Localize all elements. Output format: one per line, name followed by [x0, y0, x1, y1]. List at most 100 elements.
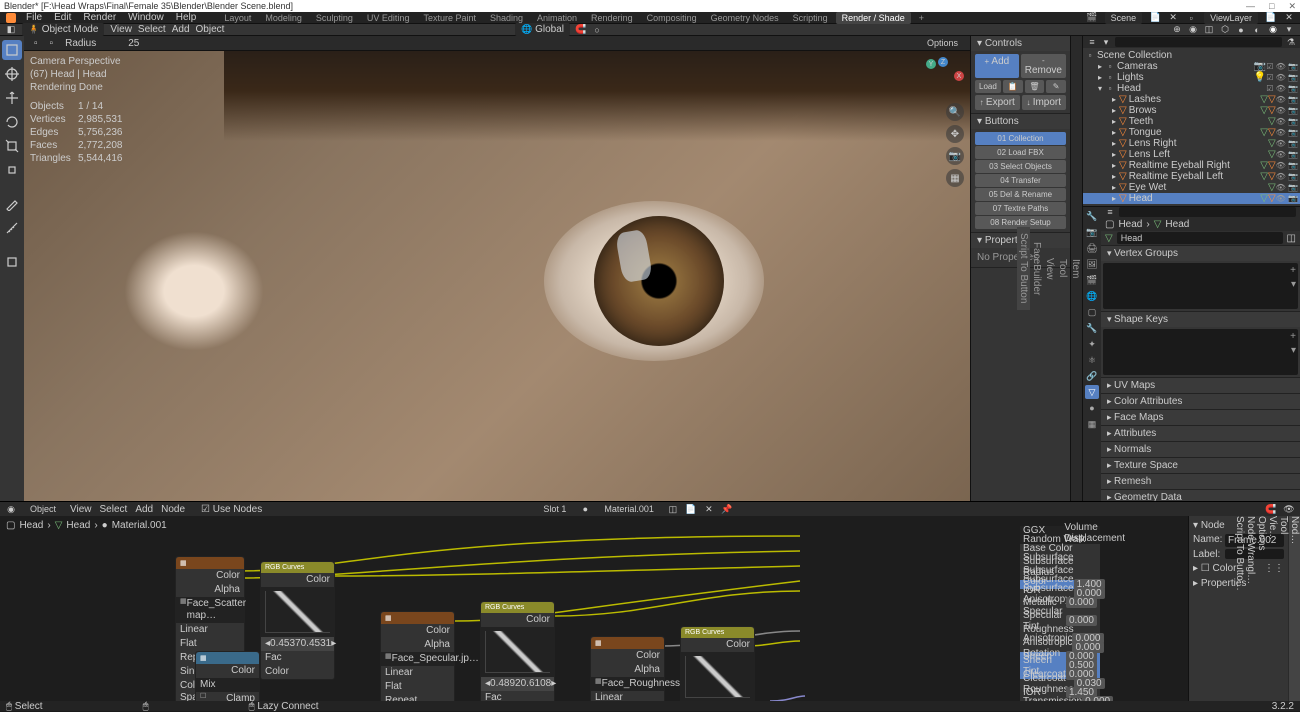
node-roughness-tex[interactable]: ▦ Color Alpha ▦ Face_Roughness.jp… Linea…: [590, 636, 665, 701]
ptab-mesh[interactable]: ▽: [1085, 385, 1099, 399]
tool-transform[interactable]: [2, 160, 22, 180]
n-buttons-header[interactable]: ▾ Buttons: [971, 114, 1070, 129]
node-graph[interactable]: ▢Head›▽Head›●Material.001 ▦ Color Alpha …: [0, 516, 1300, 701]
viewport-3d[interactable]: Camera Perspective (67) Head | Head Rend…: [24, 51, 970, 501]
vtab-view[interactable]: View: [1043, 252, 1056, 286]
ol-lights[interactable]: ▸▫Lights💡☑ 👁 📷: [1083, 72, 1300, 83]
ol-eye-wet[interactable]: ▸▽Eye Wet▽👁 📷: [1083, 182, 1300, 193]
node-rgb-curves-1[interactable]: RGB Curves Color ◂0.45370.4531▸ Fac Colo…: [260, 561, 335, 680]
ns-color-header[interactable]: Color: [1213, 563, 1237, 574]
workspace-compositing[interactable]: Compositing: [641, 12, 703, 24]
btn-add[interactable]: + Add: [975, 54, 1019, 78]
sk-add-icon[interactable]: +: [1290, 331, 1296, 342]
sec-remesh[interactable]: ▸ Remesh: [1101, 474, 1300, 489]
nvtab-nw[interactable]: Node Wrangl…: [1245, 516, 1256, 701]
ns-node-header[interactable]: Node: [1201, 520, 1225, 531]
perspective-icon[interactable]: ▦: [946, 169, 964, 187]
tool-select[interactable]: [2, 40, 22, 60]
gizmo-toggle-icon[interactable]: ⊕: [1172, 25, 1182, 35]
sec-geodata[interactable]: ▸ Geometry Data: [1101, 490, 1300, 501]
ptab-physics[interactable]: ⚛: [1085, 353, 1099, 367]
node-mix[interactable]: ▦ Color Mix ☐ Clamp Fac0.950 Color1 Colo…: [195, 651, 260, 701]
n-controls-header[interactable]: ▾ Controls: [971, 36, 1070, 51]
workspace-anim[interactable]: Animation: [531, 12, 583, 24]
workspace-rendering[interactable]: Rendering: [585, 12, 639, 24]
btn-icon-3[interactable]: ✎: [1046, 80, 1066, 93]
pin-icon[interactable]: 📌: [722, 504, 732, 514]
slot-selector[interactable]: Slot 1: [537, 503, 572, 515]
delete-viewlayer-icon[interactable]: ✕: [1284, 13, 1294, 23]
ne-overlay-icon[interactable]: 👁: [1284, 504, 1294, 514]
node-rgb-curves-2[interactable]: RGB Curves Color ◂0.48920.6108▸ Fac Colo…: [480, 601, 555, 701]
nvtab-stb[interactable]: Script To Butto…: [1234, 516, 1245, 701]
ol-scene-collection[interactable]: ▫Scene Collection: [1083, 50, 1300, 61]
overlay-toggle-icon[interactable]: ◉: [1188, 25, 1198, 35]
options-dropdown[interactable]: Options: [921, 37, 964, 49]
btn-07[interactable]: 07 Textre Paths: [975, 202, 1066, 215]
vp-menu-view[interactable]: View: [110, 24, 132, 35]
ol-head[interactable]: ▾▫Head☑ 👁 📷: [1083, 83, 1300, 94]
node-rgb-curves-3[interactable]: RGB Curves Color ◂0.98180.8560▸ Fac Colo…: [680, 626, 755, 701]
workspace-layout[interactable]: Layout: [218, 12, 257, 24]
snap-icon[interactable]: 🧲: [576, 25, 586, 35]
menu-render[interactable]: Render: [81, 12, 118, 23]
scene-selector[interactable]: Scene: [1105, 12, 1143, 24]
ol-lens-right[interactable]: ▸▽Lens Right▽👁 📷: [1083, 138, 1300, 149]
ol-lens-left[interactable]: ▸▽Lens Left▽👁 📷: [1083, 149, 1300, 160]
ptab-scene[interactable]: 🎬: [1085, 273, 1099, 287]
ne-menu-select[interactable]: Select: [100, 504, 128, 515]
outliner-filter-icon[interactable]: ⚗: [1286, 37, 1296, 47]
xray-icon[interactable]: ◫: [1204, 25, 1214, 35]
proportional-icon[interactable]: ○: [592, 25, 602, 35]
tool-addcube[interactable]: [2, 252, 22, 272]
btn-04[interactable]: 04 Transfer: [975, 174, 1066, 187]
ptab-modifiers[interactable]: 🔧: [1085, 321, 1099, 335]
outliner-display-icon[interactable]: ▾: [1101, 37, 1111, 47]
radius-value[interactable]: 25: [116, 37, 151, 50]
btn-import[interactable]: ↓ Import: [1022, 95, 1067, 110]
ol-lashes[interactable]: ▸▽Lashes▽▽👁 📷: [1083, 94, 1300, 105]
btn-remove[interactable]: - Remove: [1021, 54, 1066, 78]
header-toggle-2[interactable]: ▫: [46, 37, 58, 50]
btn-01[interactable]: 01 Collection: [975, 132, 1066, 145]
mode-selector[interactable]: 🧍 Object Mode: [22, 23, 104, 36]
ne-menu-add[interactable]: Add: [135, 504, 153, 515]
btn-export[interactable]: ↑ Export: [975, 95, 1020, 110]
new-scene-icon[interactable]: 📄: [1150, 13, 1160, 23]
minimize-icon[interactable]: —: [1246, 1, 1255, 12]
ptab-particles[interactable]: ✦: [1085, 337, 1099, 351]
nvtab-tool[interactable]: Tool: [1278, 516, 1289, 701]
outliner-search[interactable]: [1115, 37, 1282, 47]
move-view-icon[interactable]: ✥: [946, 125, 964, 143]
nvtab-node[interactable]: Nod…: [1289, 516, 1300, 701]
editor-type-icon[interactable]: ◧: [6, 25, 16, 35]
btn-02[interactable]: 02 Load FBX: [975, 146, 1066, 159]
workspace-uv[interactable]: UV Editing: [361, 12, 416, 24]
fake-user-icon[interactable]: ◫: [1287, 233, 1296, 244]
shading-matprev-icon[interactable]: ◐: [1252, 25, 1262, 35]
nvtab-view[interactable]: Vie…: [1267, 516, 1278, 701]
menu-window[interactable]: Window: [126, 12, 166, 23]
ol-head-mesh[interactable]: ▸▽Head▽▽👁 📷: [1083, 193, 1300, 204]
workspace-sculpting[interactable]: Sculpting: [310, 12, 359, 24]
ne-object-dropdown[interactable]: Object: [24, 503, 62, 515]
new-viewlayer-icon[interactable]: 📄: [1266, 13, 1276, 23]
shading-options-icon[interactable]: ▾: [1284, 25, 1294, 35]
ptab-object[interactable]: ▢: [1085, 305, 1099, 319]
ol-cameras[interactable]: ▸▫Cameras📷☑ 👁 📷: [1083, 61, 1300, 72]
ptab-tool[interactable]: 🔧: [1085, 209, 1099, 223]
camera-view-icon[interactable]: 📷: [946, 147, 964, 165]
ol-eyeball-left[interactable]: ▸▽Realtime Eyeball Left▽▽👁 📷: [1083, 171, 1300, 182]
sec-shape-keys[interactable]: ▾ Shape Keys: [1101, 312, 1300, 327]
shading-solid-icon[interactable]: ●: [1236, 25, 1246, 35]
material-new-icon[interactable]: ◫: [668, 504, 678, 514]
vp-menu-object[interactable]: Object: [196, 24, 225, 35]
ptab-material[interactable]: ●: [1085, 401, 1099, 415]
props-type-icon[interactable]: ≡: [1105, 207, 1115, 217]
ne-type-icon[interactable]: ◉: [6, 504, 16, 514]
ptab-render[interactable]: 📷: [1085, 225, 1099, 239]
maximize-icon[interactable]: □: [1269, 1, 1274, 12]
vp-menu-add[interactable]: Add: [172, 24, 190, 35]
tool-annotate[interactable]: [2, 194, 22, 214]
btn-05[interactable]: 05 Del & Rename: [975, 188, 1066, 201]
